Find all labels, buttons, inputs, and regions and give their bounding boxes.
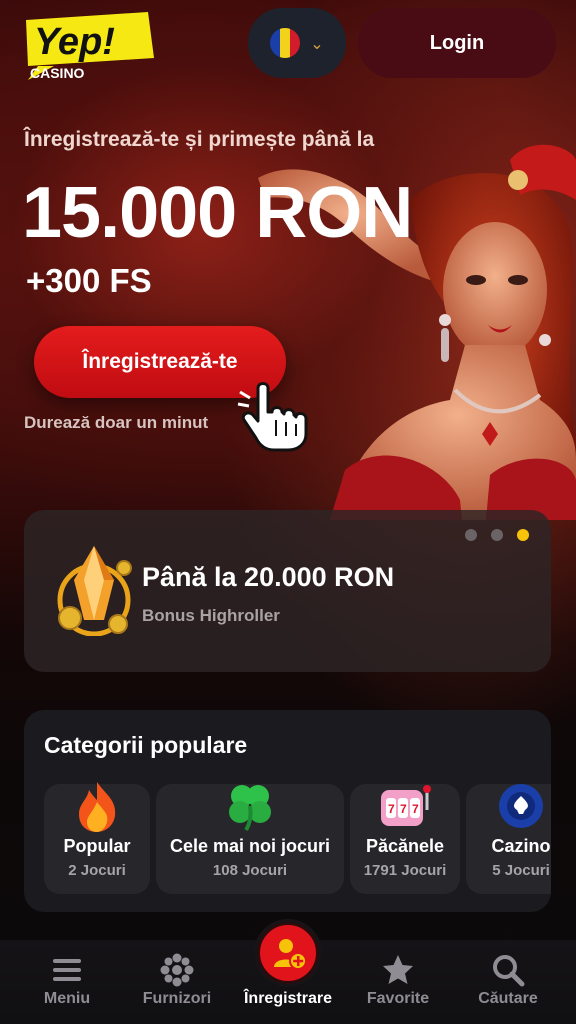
add-user-icon: [274, 939, 307, 970]
providers-icon: [160, 953, 194, 987]
svg-text:CASINO: CASINO: [30, 65, 85, 81]
slot-machine-icon: 7 7 7: [381, 785, 431, 826]
categories-carousel[interactable]: Popular 2 Jocuri Cele mai noi jocuri 108…: [44, 782, 551, 894]
category-name: Cele mai noi jocuri: [169, 836, 331, 856]
gem-coins-icon: [57, 546, 132, 636]
nav-label: Înregistrare: [243, 990, 333, 1007]
svg-text:7: 7: [388, 802, 395, 816]
clover-icon: [229, 785, 271, 832]
category-count: 5 Jocuri: [492, 862, 550, 879]
category-count: 2 Jocuri: [68, 862, 126, 879]
category-card-newest[interactable]: Cele mai noi jocuri 108 Jocuri: [156, 784, 344, 894]
hero-bonus-amount: 15.000 RON: [22, 173, 413, 253]
carousel-dot[interactable]: [491, 529, 503, 541]
fire-icon: [79, 782, 116, 832]
category-card-casino[interactable]: Cazino 5 Jocuri: [466, 784, 551, 894]
category-name: Popular: [63, 836, 131, 856]
svg-text:7: 7: [412, 802, 419, 816]
hero-subtitle: Înregistrează-te și primește până la: [24, 128, 375, 151]
nav-label: Furnizori: [142, 990, 212, 1007]
promo-title: Până la 20.000 RON: [142, 562, 395, 592]
category-count: 1791 Jocuri: [363, 862, 447, 879]
register-fab-button[interactable]: [257, 922, 319, 984]
search-icon: [493, 955, 525, 987]
poker-chip-icon: [499, 784, 543, 828]
promo-subtitle: Bonus Highroller: [142, 606, 280, 625]
section-title: Categorii populare: [44, 732, 248, 758]
category-count: 108 Jocuri: [212, 862, 288, 879]
category-name: Cazino: [491, 836, 551, 856]
nav-label: Meniu: [43, 990, 91, 1007]
category-name: Păcănele: [365, 836, 445, 856]
carousel-dot[interactable]: [465, 529, 477, 541]
category-card-slots[interactable]: 7 7 7 Păcănele 1791 Jocuri: [350, 784, 460, 894]
popular-categories-section: Categorii populare Popular 2 Jocuri Cele…: [24, 710, 551, 912]
nav-item-favorites[interactable]: Favorite: [343, 940, 453, 1024]
promo-card-highroller[interactable]: Până la 20.000 RON Bonus Highroller: [24, 510, 551, 672]
nav-label: Favorite: [366, 990, 430, 1007]
nav-item-providers[interactable]: Furnizori: [122, 940, 232, 1024]
category-card-popular[interactable]: Popular 2 Jocuri: [44, 782, 150, 894]
svg-text:7: 7: [400, 802, 407, 816]
nav-item-search[interactable]: Căutare: [453, 940, 563, 1024]
menu-icon: [53, 959, 81, 981]
nav-label: Căutare: [478, 990, 538, 1007]
hero-free-spins: +300 FS: [26, 262, 152, 299]
svg-text:Yep!: Yep!: [34, 21, 115, 63]
hero-note: Durează doar un minut: [24, 413, 209, 432]
login-button[interactable]: Login: [358, 8, 556, 78]
carousel-dot-active[interactable]: [517, 529, 529, 541]
flag-romania-icon: [270, 28, 301, 58]
nav-item-menu[interactable]: Meniu: [12, 940, 122, 1024]
star-icon: [383, 955, 413, 984]
hand-pointer-icon: [237, 382, 308, 452]
chevron-down-icon: ⌄: [310, 33, 324, 53]
brand-logo[interactable]: Yep! CASINO: [24, 12, 156, 82]
carousel-dots: [465, 529, 529, 541]
language-selector[interactable]: ⌄: [248, 8, 346, 78]
